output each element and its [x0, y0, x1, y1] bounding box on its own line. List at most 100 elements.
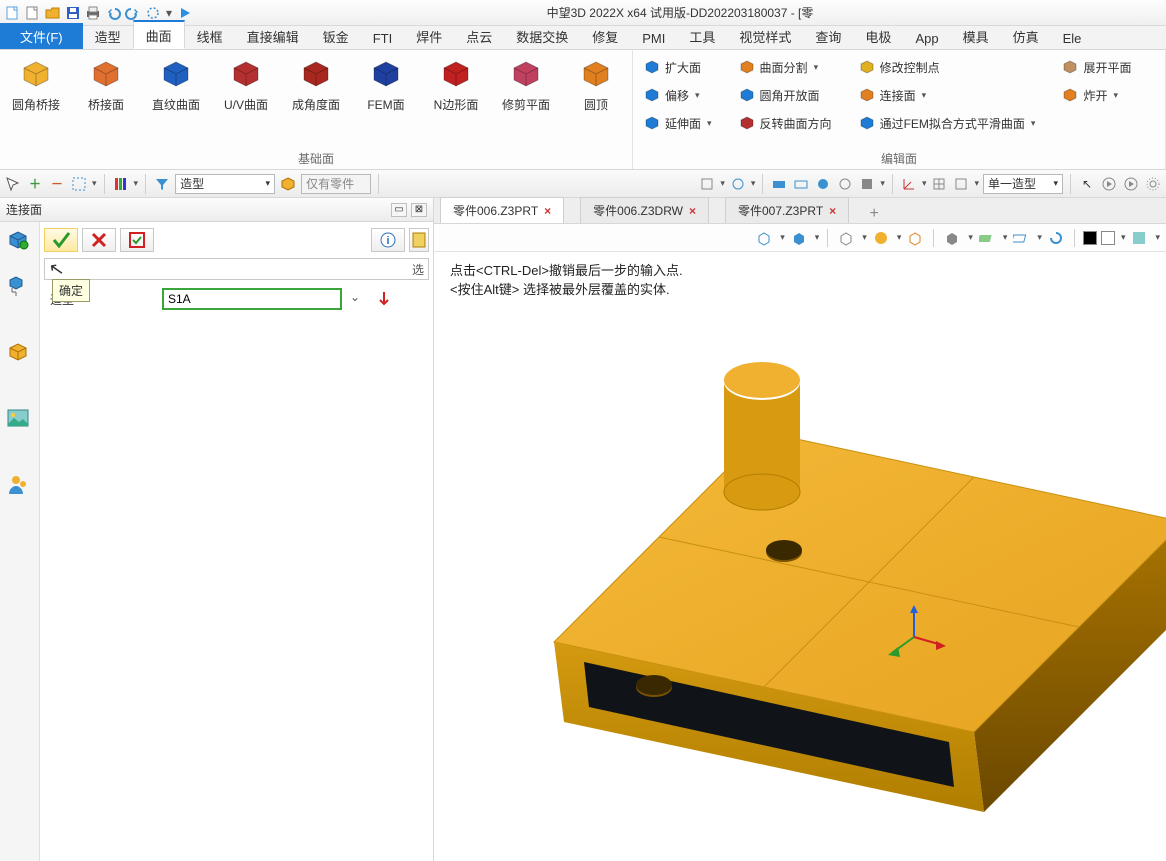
ribbon-uv-button[interactable]: U/V曲面	[216, 54, 276, 115]
chevron-down-icon[interactable]: ▾	[92, 178, 97, 189]
side-tab-feature-icon[interactable]	[6, 228, 34, 256]
ribbon-fillet-button[interactable]: 圆角开放面	[734, 82, 836, 108]
qat-new-part-icon[interactable]	[4, 4, 22, 22]
chevron-down-icon[interactable]: ▾	[815, 232, 820, 243]
qat-open-icon[interactable]	[44, 4, 62, 22]
chevron-down-icon[interactable]: ▾	[1031, 118, 1036, 129]
cube-icon[interactable]	[279, 175, 297, 193]
shade-icon[interactable]	[942, 228, 962, 248]
remove-icon[interactable]: －	[48, 175, 66, 193]
chevron-down-icon[interactable]: ▾	[1121, 232, 1126, 243]
chevron-down-icon[interactable]: ▾	[1003, 232, 1008, 243]
chevron-down-icon[interactable]: ▾	[862, 232, 867, 243]
material-icon[interactable]	[1129, 228, 1149, 248]
menu-tab-tool[interactable]: 工具	[677, 23, 727, 49]
cube-wire-icon[interactable]	[754, 228, 774, 248]
chevron-down-icon[interactable]: ▾	[968, 232, 973, 243]
chevron-down-icon[interactable]: ▾	[780, 232, 785, 243]
menu-tab-ele[interactable]: Ele	[1051, 27, 1094, 49]
add-icon[interactable]: ＋	[26, 175, 44, 193]
chevron-down-icon[interactable]: ▾	[922, 90, 927, 101]
apply-button[interactable]	[120, 228, 154, 252]
ribbon-angle-button[interactable]: 成角度面	[286, 54, 346, 115]
qat-save-icon[interactable]	[64, 4, 82, 22]
doc-tab-t1[interactable]: 零件006.Z3PRT×	[440, 197, 564, 223]
pick-target-icon[interactable]	[376, 290, 394, 308]
view-cube-icon[interactable]	[836, 228, 856, 248]
ribbon-offset-button[interactable]: 偏移▾	[639, 82, 716, 108]
filter-icon[interactable]	[153, 175, 171, 193]
chevron-down-icon[interactable]: ▾	[695, 90, 700, 101]
menu-tab-repair[interactable]: 修复	[580, 23, 630, 49]
plane-icon[interactable]	[977, 228, 997, 248]
qat-print-icon[interactable]	[84, 4, 102, 22]
plane2-icon[interactable]	[1011, 228, 1031, 248]
qat-new-doc-icon[interactable]	[24, 4, 42, 22]
cursor-icon[interactable]	[4, 175, 22, 193]
side-tab-solid-icon[interactable]	[6, 340, 34, 368]
color-swatch-black[interactable]	[1083, 231, 1097, 245]
ribbon-bridge-button[interactable]: 桥接面	[76, 54, 136, 115]
ribbon-dome-button[interactable]: 圆顶	[566, 54, 626, 115]
cursor-icon[interactable]: ↖	[1078, 175, 1096, 193]
ribbon-fem-button[interactable]: FEM面	[356, 54, 416, 115]
reset-icon[interactable]	[1046, 228, 1066, 248]
menu-tab-app[interactable]: App	[903, 27, 950, 49]
qat-run-icon[interactable]	[176, 4, 194, 22]
side-tab-user-icon[interactable]	[6, 472, 34, 500]
ribbon-nside-button[interactable]: N边形面	[426, 54, 486, 115]
chevron-down-icon[interactable]: ▾	[720, 178, 725, 189]
canvas-3d[interactable]: 点击<CTRL-Del>撤销最后一步的输入点. <按住Alt键> 选择被最外层覆…	[434, 252, 1166, 861]
palette-icon[interactable]	[112, 175, 130, 193]
close-icon[interactable]: ×	[689, 204, 696, 218]
new-tab-button[interactable]: +	[865, 205, 883, 223]
side-tab-tree-icon[interactable]	[6, 274, 34, 302]
ribbon-circbridge-button[interactable]: 圆角桥接	[6, 54, 66, 115]
info-button[interactable]: i	[371, 228, 405, 252]
grid-icon[interactable]	[930, 175, 948, 193]
ok-button[interactable]	[44, 228, 78, 252]
panel-restore-icon[interactable]: ▭	[391, 203, 407, 217]
menu-tab-pointcloud[interactable]: 点云	[454, 23, 504, 49]
expand-down-icon[interactable]: ⌄	[350, 290, 368, 308]
selection-type-combo[interactable]: 造型▾	[175, 174, 275, 194]
coord-icon[interactable]	[900, 175, 918, 193]
ribbon-trim-button[interactable]: 修剪平面	[496, 54, 556, 115]
doc-tab-t2[interactable]: 零件006.Z3DRW×	[580, 197, 709, 223]
menu-tab-sheet[interactable]: 钣金	[311, 23, 361, 49]
ribbon-unfold-button[interactable]: 展开平面	[1057, 54, 1135, 80]
ribbon-connect-button[interactable]: 连接面▾	[854, 82, 1040, 108]
view-wire-icon[interactable]	[905, 228, 925, 248]
selection-hint-box[interactable]: 选	[44, 258, 429, 280]
ribbon-reverse-button[interactable]: 反转曲面方向	[734, 110, 836, 136]
qat-undo-icon[interactable]	[104, 4, 122, 22]
settings-icon[interactable]	[1144, 175, 1162, 193]
menu-tab-fti[interactable]: FTI	[361, 27, 405, 49]
chevron-down-icon[interactable]: ▾	[814, 62, 819, 73]
menu-tab-dataex[interactable]: 数据交换	[504, 23, 580, 49]
tool-icon[interactable]	[698, 175, 716, 193]
render-icon[interactable]	[952, 175, 970, 193]
menu-tab-visual[interactable]: 视觉样式	[727, 23, 803, 49]
record-icon[interactable]	[1122, 175, 1140, 193]
view-mode-combo[interactable]: 单一造型▾	[983, 174, 1063, 194]
chevron-down-icon[interactable]: ▾	[880, 178, 885, 189]
ribbon-extend-button[interactable]: 延伸面▾	[639, 110, 716, 136]
help-button[interactable]	[409, 228, 429, 252]
menu-tab-electrode[interactable]: 电极	[853, 23, 903, 49]
chevron-down-icon[interactable]: ▾	[164, 4, 174, 22]
ribbon-femfit-button[interactable]: 通过FEM拟合方式平滑曲面▾	[854, 110, 1040, 136]
selection-icon[interactable]	[70, 175, 88, 193]
play-circle-icon[interactable]	[1100, 175, 1118, 193]
view-icon[interactable]	[770, 175, 788, 193]
view-icon[interactable]	[836, 175, 854, 193]
ribbon-explode-button[interactable]: 炸开▾	[1057, 82, 1135, 108]
menu-tab-simulate[interactable]: 仿真	[1001, 23, 1051, 49]
close-icon[interactable]: ×	[829, 204, 836, 218]
menu-tab-file[interactable]: 文件(F)	[0, 23, 83, 49]
view-sphere-icon[interactable]	[871, 228, 891, 248]
menu-tab-wireframe[interactable]: 线框	[185, 23, 235, 49]
menu-tab-weld[interactable]: 焊件	[404, 23, 454, 49]
menu-tab-directedit[interactable]: 直接编辑	[235, 23, 311, 49]
globe-icon[interactable]	[729, 175, 747, 193]
